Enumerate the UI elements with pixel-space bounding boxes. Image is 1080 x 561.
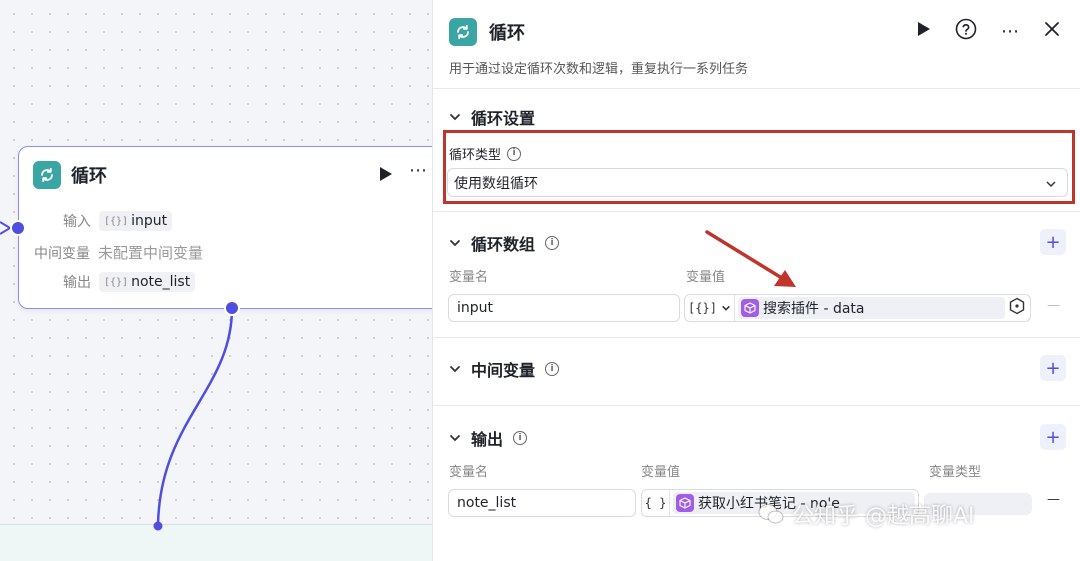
annotation-arrow xyxy=(705,230,796,287)
wechat-icon xyxy=(758,504,784,524)
watermark-text: 公知乎 @越高聊AI xyxy=(792,504,975,529)
watermark: 公知乎 @越高聊AI xyxy=(758,498,975,530)
